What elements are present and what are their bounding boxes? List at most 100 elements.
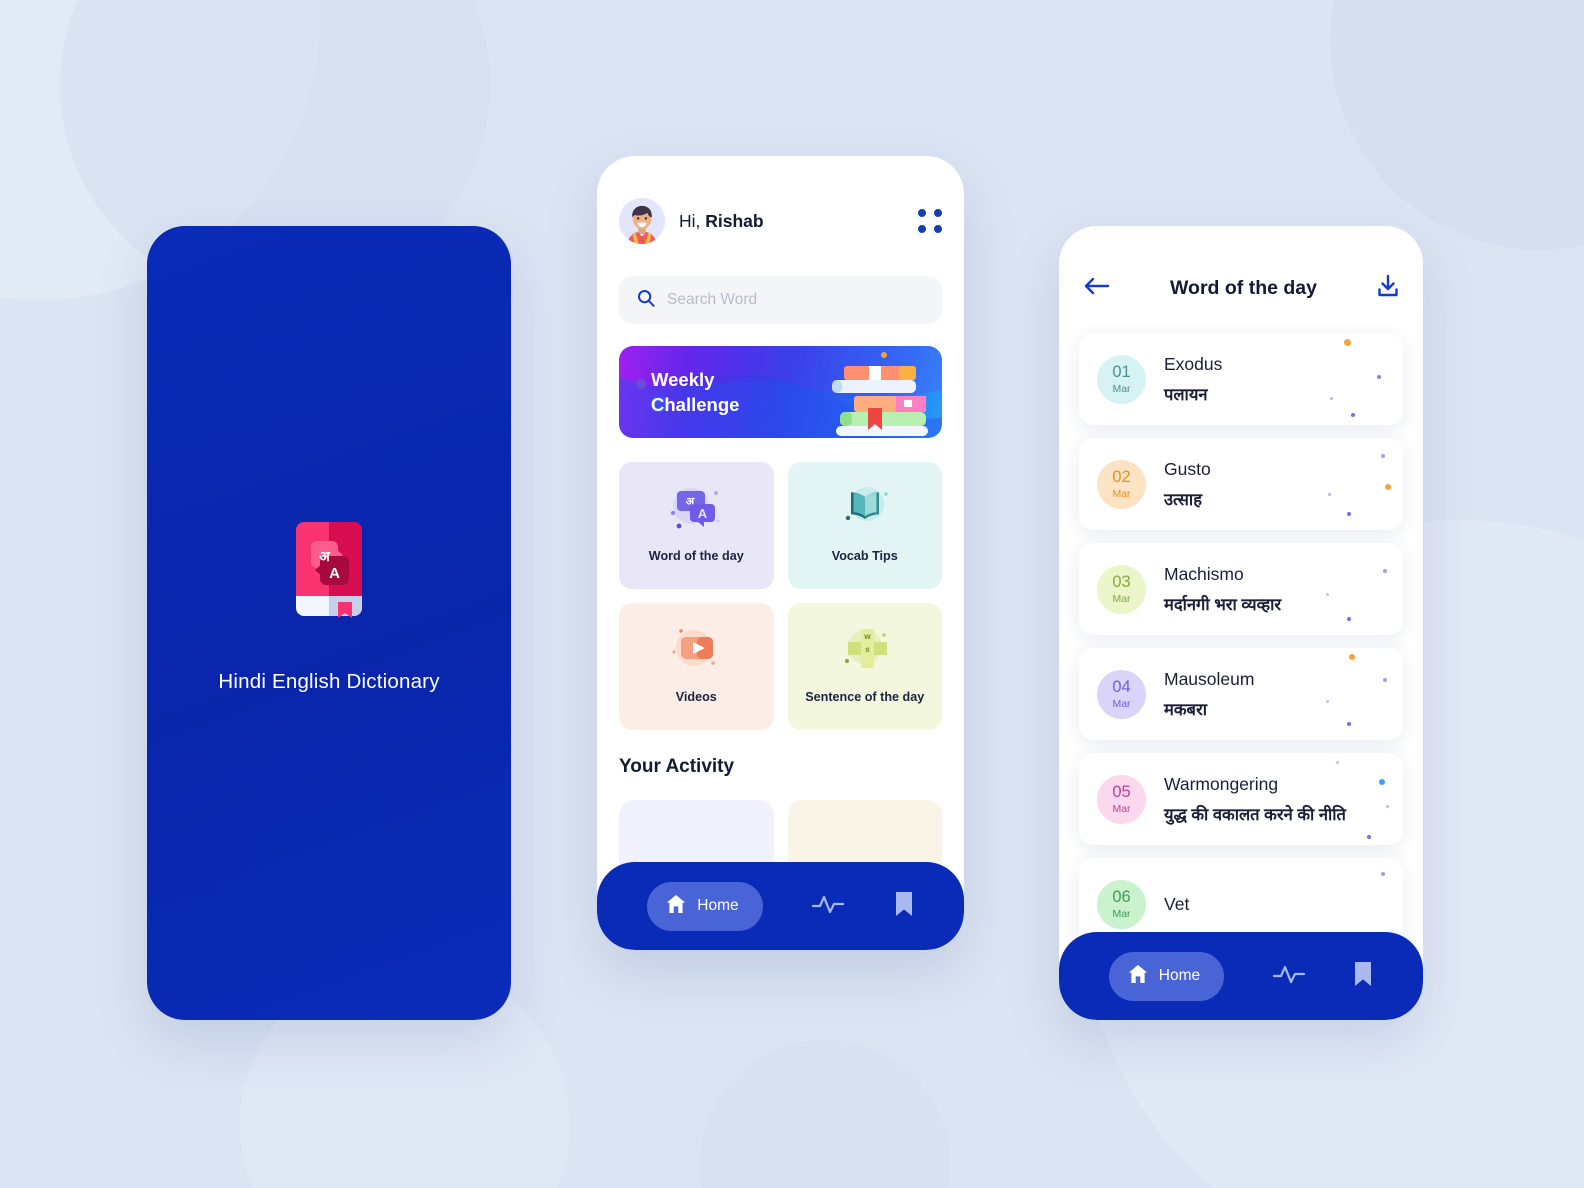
pulse-activity-icon: [811, 893, 845, 920]
user-name: Rishab: [705, 210, 764, 231]
nav-item-home[interactable]: Home: [647, 881, 763, 931]
date-badge: 02 Mar: [1097, 459, 1146, 509]
tile-vocab-tips[interactable]: Vocab Tips: [787, 462, 942, 589]
tile-label: Videos: [675, 690, 717, 704]
home-icon: [665, 893, 687, 920]
feature-tiles: अ A Word of the day Vocab Tips Videos w …: [619, 462, 942, 730]
sparkle-dot: [1381, 454, 1385, 458]
svg-text:w: w: [863, 632, 871, 641]
date-badge: 06 Mar: [1097, 879, 1146, 929]
section-title-your-activity: Your Activity: [619, 756, 735, 777]
date-badge: 05 Mar: [1097, 774, 1146, 824]
nav-item-bookmark[interactable]: [894, 891, 914, 922]
word-of-the-day-header: Word of the day: [1079, 274, 1403, 303]
sparkle-dot: [1328, 493, 1331, 496]
sparkle-dot: [1386, 805, 1389, 808]
svg-text:अ: अ: [319, 549, 331, 565]
word-english: Machismo: [1164, 563, 1244, 584]
date-day: 02: [1112, 468, 1131, 486]
word-hindi: उत्साह: [1164, 490, 1202, 509]
sparkle-dot: [1344, 339, 1351, 346]
date-day: 01: [1112, 363, 1131, 381]
word-english: Warmongering: [1164, 773, 1279, 794]
date-month: Mar: [1112, 697, 1131, 710]
stack-of-books-icon: [814, 350, 934, 438]
greeting-prefix: Hi,: [679, 210, 706, 231]
bg-circle-decoration: [700, 1040, 950, 1188]
grid-dots-icon[interactable]: [918, 209, 942, 233]
svg-text:A: A: [329, 565, 340, 582]
word-hindi: मकबरा: [1164, 700, 1207, 719]
list-item[interactable]: 01 Mar Exodus पलायन: [1079, 333, 1403, 425]
tile-word-of-the-day[interactable]: अ A Word of the day: [619, 462, 774, 589]
search-placeholder: Search Word: [667, 291, 758, 308]
search-input[interactable]: Search Word: [619, 276, 942, 324]
word-of-the-day-screen: Word of the day 01 Mar Exodus पलायन 02 M…: [1059, 226, 1423, 1020]
pulse-activity-icon: [1272, 963, 1306, 990]
nav-item-home[interactable]: Home: [1108, 951, 1225, 1001]
sparkle-dot: [1336, 761, 1339, 764]
download-button[interactable]: [1377, 274, 1399, 303]
sparkle-dot: [1351, 413, 1355, 417]
bg-circle-decoration: [1330, 0, 1584, 250]
date-day: 06: [1112, 888, 1131, 906]
nav-item-activity[interactable]: [1272, 963, 1306, 990]
date-month: Mar: [1112, 592, 1131, 605]
sparkle-dot: [1349, 654, 1355, 660]
home-header: Hi, Rishab: [619, 198, 942, 244]
sparkle-dot: [1326, 593, 1329, 596]
svg-text:s: s: [865, 645, 870, 654]
play-button-icon: [665, 623, 727, 677]
nav-item-bookmark[interactable]: [1353, 961, 1373, 992]
download-icon: [1377, 274, 1399, 303]
nav-item-activity[interactable]: [811, 893, 845, 920]
open-book-icon: [834, 482, 896, 536]
word-list: 01 Mar Exodus पलायन 02 Mar Gusto उत्साह …: [1079, 333, 1403, 950]
tile-sentence-of-the-day[interactable]: w s Sentence of the day: [787, 603, 942, 730]
home-screen: Hi, Rishab Search Word Weekly Challenge …: [597, 156, 964, 950]
bottom-navigation: Home: [1059, 932, 1423, 1020]
date-month: Mar: [1112, 802, 1131, 815]
translate-bubbles-icon: अ A: [665, 482, 727, 536]
bookmark-icon: [894, 891, 914, 922]
date-day: 05: [1112, 783, 1131, 801]
weekly-challenge-banner[interactable]: Weekly Challenge: [619, 346, 942, 438]
splash-screen: अ A Hindi English Dictionary: [147, 226, 511, 1020]
tile-label: Vocab Tips: [831, 549, 898, 563]
tile-videos[interactable]: Videos: [619, 603, 774, 730]
home-icon: [1127, 963, 1149, 990]
crossword-icon: w s: [834, 623, 896, 677]
list-item[interactable]: 05 Mar Warmongering युद्ध की वकालत करने …: [1079, 753, 1403, 845]
sparkle-dot: [1383, 678, 1387, 682]
date-badge: 04 Mar: [1097, 669, 1146, 719]
word-hindi: पलायन: [1164, 385, 1208, 404]
word-hindi: मर्दानगी भरा व्यव्हार: [1164, 595, 1282, 614]
search-icon: [637, 289, 655, 312]
sparkle-dot: [1347, 512, 1351, 516]
splash-title: Hindi English Dictionary: [218, 670, 440, 693]
sparkle-dot: [1377, 375, 1381, 379]
word-english: Vet: [1164, 893, 1190, 914]
page-title: Word of the day: [1170, 277, 1317, 299]
word-english: Mausoleum: [1164, 668, 1255, 689]
date-badge: 03 Mar: [1097, 564, 1146, 614]
list-item[interactable]: 04 Mar Mausoleum मकबरा: [1079, 648, 1403, 740]
date-day: 04: [1112, 678, 1131, 696]
list-item[interactable]: 03 Mar Machismo मर्दानगी भरा व्यव्हार: [1079, 543, 1403, 635]
sparkle-dot: [1385, 484, 1391, 490]
sparkle-dot: [1347, 617, 1351, 621]
word-english: Exodus: [1164, 353, 1223, 374]
date-badge: 01 Mar: [1097, 354, 1146, 404]
avatar[interactable]: [619, 198, 665, 244]
arrow-left-icon: [1083, 277, 1110, 300]
word-hindi: युद्ध की वकालत करने की नीति: [1164, 805, 1346, 824]
nav-home-label: Home: [697, 897, 739, 914]
banner-title-line1: Weekly: [651, 369, 715, 390]
svg-text:A: A: [698, 506, 708, 521]
back-button[interactable]: [1083, 277, 1110, 300]
sparkle-dot: [1330, 397, 1333, 400]
sparkle-dot: [1326, 700, 1329, 703]
bookmark-icon: [1353, 961, 1373, 992]
tile-label: Sentence of the day: [805, 690, 925, 704]
list-item[interactable]: 02 Mar Gusto उत्साह: [1079, 438, 1403, 530]
